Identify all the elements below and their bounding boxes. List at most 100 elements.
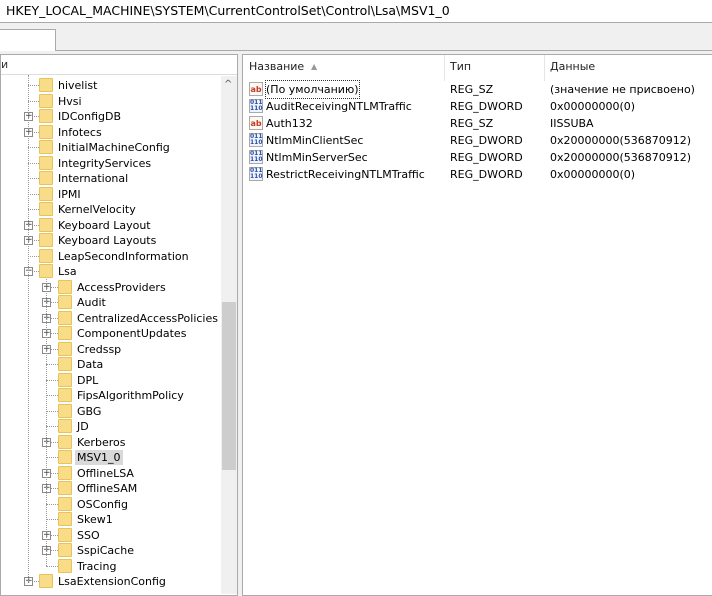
tree-item[interactable]: Hvsi [1, 93, 221, 109]
tree-item[interactable]: JD [1, 419, 221, 434]
folder-icon [39, 574, 53, 588]
folder-icon [39, 264, 53, 278]
value-name: (По умолчанию) [265, 80, 360, 99]
tree-item-label: SspiCache [77, 544, 134, 557]
folder-icon [58, 279, 72, 294]
tree-item[interactable]: LeapSecondInformation [1, 248, 221, 264]
string-value-icon: ab [249, 116, 263, 130]
column-header-data[interactable]: Данные [550, 60, 595, 73]
tree-item[interactable]: + Infotecs [1, 124, 221, 140]
folder-icon [58, 357, 72, 371]
tree-item[interactable]: + Keyboard Layout [1, 217, 221, 233]
value-type: REG_DWORD [450, 168, 523, 181]
tree-item[interactable]: + OfflineSAM [1, 481, 221, 496]
tree-item[interactable]: IPMI [1, 186, 221, 202]
tree-item[interactable]: + SSO [1, 527, 221, 543]
tree-item-label: Tracing [77, 559, 117, 573]
tree-item[interactable]: GBG [1, 403, 221, 419]
tree-item[interactable]: + IDConfigDB [1, 109, 221, 124]
address-bar[interactable]: HKEY_LOCAL_MACHINE\SYSTEM\CurrentControl… [0, 0, 712, 23]
scroll-thumb[interactable] [222, 302, 236, 470]
tree-item[interactable]: + OfflineLSA [1, 465, 221, 481]
tree-item-label: Audit [77, 296, 106, 309]
tree-item[interactable]: International [1, 171, 221, 186]
tree-item[interactable]: KernelVelocity [1, 202, 221, 217]
value-row[interactable]: 011 110 NtlmMinServerSec REG_DWORD 0x2000… [249, 149, 712, 166]
value-name: AuditReceivingNTLMTraffic [266, 100, 412, 113]
value-row[interactable]: ab (По умолчанию) REG_SZ (значение не пр… [249, 80, 712, 99]
tree-item-label: IPMI [58, 187, 81, 201]
value-type: REG_SZ [450, 117, 494, 130]
value-row[interactable]: 011 110 AuditReceivingNTLMTraffic REG_DWO… [249, 98, 712, 115]
tree-item[interactable]: + CentralizedAccessPolicies [1, 310, 221, 326]
tree-item[interactable]: + Credssp [1, 341, 221, 357]
tree-item-label: KernelVelocity [58, 203, 136, 216]
tree-item[interactable]: + ComponentUpdates [1, 326, 221, 341]
value-name: Auth132 [266, 117, 313, 130]
value-name: NtlmMinClientSec [266, 134, 364, 147]
string-value-icon: ab [249, 82, 263, 96]
tree-item-label: SSO [77, 528, 100, 542]
tree-item-label: Infotecs [58, 125, 102, 139]
binary-value-icon: 011 110 [249, 133, 263, 147]
tab[interactable] [0, 29, 56, 51]
column-header-type[interactable]: Тип [450, 60, 471, 73]
tree-item[interactable]: + Kerberos [1, 434, 221, 450]
folder-icon [58, 341, 72, 356]
tree-item[interactable]: + LsaExtensionConfig [1, 574, 221, 589]
tree-item[interactable]: DPL [1, 372, 221, 388]
tree-item-label: Credssp [77, 342, 122, 356]
tree-item-label: GBG [77, 404, 102, 418]
value-data: 0x00000000(0) [550, 168, 636, 181]
scroll-up-icon[interactable]: ^ [224, 79, 232, 90]
tree-item-label: Keyboard Layouts [58, 234, 157, 247]
tree-item-label: InitialMachineConfig [58, 141, 170, 154]
tree-item[interactable]: + Audit [1, 295, 221, 310]
tree-item[interactable]: − Lsa [1, 264, 221, 279]
tree-guide-line [28, 75, 29, 581]
tree-item-label: OfflineSAM [77, 482, 138, 495]
folder-icon [58, 496, 72, 511]
folder-icon [39, 171, 53, 185]
folder-icon [58, 388, 72, 402]
value-type: REG_DWORD [450, 134, 523, 147]
folder-icon [58, 543, 72, 557]
value-data: 0x20000000(536870912) [550, 151, 692, 164]
key-tree[interactable]: и hivelist Hvsi + IDConfigDB + Infotecs Initia… [0, 54, 238, 596]
tree-item-label: Data [77, 358, 104, 371]
column-header-name[interactable]: Название [249, 60, 304, 73]
tree-item[interactable]: FipsAlgorithmPolicy [1, 388, 221, 403]
tree-item[interactable]: Data [1, 357, 221, 372]
tree-item[interactable]: hivelist [1, 78, 221, 93]
tree-item-label: IDConfigDB [58, 110, 122, 123]
tree-guide-line [46, 279, 47, 566]
tree-item[interactable]: Tracing [1, 558, 221, 574]
tree-item[interactable]: + Keyboard Layouts [1, 233, 221, 248]
value-name: RestrictReceivingNTLMTraffic [266, 168, 425, 181]
tree-header: и [1, 55, 237, 75]
binary-value-icon: 011 110 [249, 167, 263, 181]
value-row[interactable]: 011 110 RestrictReceivingNTLMTraffic REG_… [249, 166, 712, 183]
folder-icon [58, 372, 72, 387]
value-row[interactable]: ab Auth132 REG_SZ IISSUBA [249, 115, 712, 132]
tree-item[interactable]: OSConfig [1, 496, 221, 512]
tree-item-label: DPL [77, 373, 99, 387]
tree-item[interactable]: IntegrityServices [1, 155, 221, 171]
folder-icon [58, 295, 72, 309]
values-list[interactable]: Название ▲ Тип Данные ab (По умолчанию) … [242, 54, 712, 596]
tree-item[interactable]: MSV1_0 [1, 450, 221, 465]
folder-icon [58, 419, 72, 433]
value-data: 0x00000000(0) [550, 100, 636, 113]
tree-item[interactable]: + SspiCache [1, 543, 221, 558]
tree-item[interactable]: Skew1 [1, 512, 221, 527]
tree-item-label: OfflineLSA [77, 466, 134, 480]
tree-item[interactable]: InitialMachineConfig [1, 140, 221, 155]
tree-item-label: Keyboard Layout [58, 218, 151, 232]
folder-icon [58, 558, 72, 573]
tree-scrollbar[interactable]: ^ [221, 76, 237, 594]
tree-item[interactable]: + AccessProviders [1, 279, 221, 295]
binary-value-icon: 011 110 [249, 150, 263, 164]
value-row[interactable]: 011 110 NtlmMinClientSec REG_DWORD 0x2000… [249, 132, 712, 149]
tree-item-label: ComponentUpdates [77, 327, 187, 340]
tree-item-label: Kerberos [77, 435, 126, 449]
